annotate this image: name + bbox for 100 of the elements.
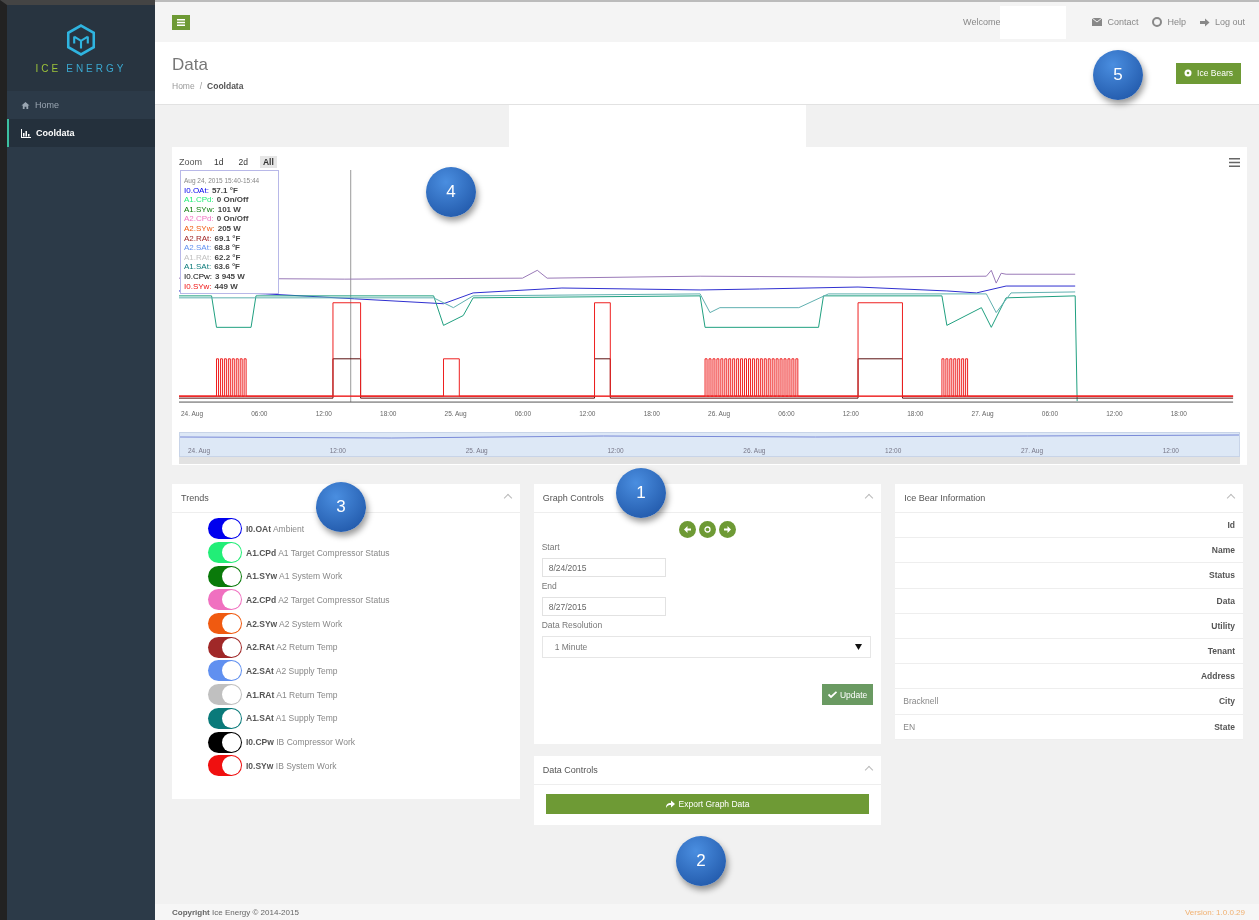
resolution-dropdown[interactable]: 1 Minute <box>541 636 872 658</box>
info-value: Bracknell <box>903 696 939 707</box>
toggle-switch[interactable] <box>208 518 242 540</box>
field-label: Data Resolution <box>541 620 604 630</box>
toggle-switch[interactable] <box>208 613 242 635</box>
next-button[interactable] <box>719 521 736 538</box>
zoom-button[interactable]: 2d <box>235 156 251 168</box>
export-button[interactable]: Export Graph Data <box>545 794 870 814</box>
zoom-button[interactable]: 1d <box>211 156 227 168</box>
trend-label: A1.CPd A1 Target Compressor Status <box>246 547 390 558</box>
info-label: State <box>1214 721 1235 732</box>
info-label: Utility <box>1211 620 1235 631</box>
trend-label: A2.CPd A2 Target Compressor Status <box>246 594 390 605</box>
toggle-switch[interactable] <box>208 755 242 777</box>
logo-text: ENERGY <box>66 62 127 74</box>
series-value: 101 W <box>217 204 241 215</box>
series-value: 0 On/Off <box>216 195 249 205</box>
envelope-icon <box>1092 18 1103 26</box>
update-button[interactable]: Update <box>821 684 874 705</box>
menu-button[interactable] <box>172 14 190 30</box>
dropdown-icon <box>855 644 863 650</box>
callout-badge: 2 <box>676 836 726 886</box>
series-name: A2.CPd: <box>184 214 214 224</box>
circle-icon <box>1184 69 1193 77</box>
trend-label: A1.SYw A1 System Work <box>246 571 343 582</box>
series-name: I0.CPw: <box>184 271 212 282</box>
series-name: A1.SAt: <box>184 262 212 272</box>
refresh-button[interactable] <box>699 521 716 538</box>
info-value: EN <box>903 721 916 732</box>
right-arrow-icon <box>724 526 731 533</box>
series-name: A1.SYw: <box>184 204 215 215</box>
home-icon <box>21 100 30 110</box>
top-link[interactable]: Help <box>1152 17 1186 27</box>
series-name: A1.CPd: <box>184 195 214 205</box>
sidebar-item[interactable]: Home <box>7 91 155 119</box>
previous-button[interactable] <box>679 521 696 538</box>
checkmark-icon <box>827 691 837 698</box>
panel-title: Trends <box>181 493 209 503</box>
toggle-switch[interactable] <box>208 684 242 706</box>
version-text: Version: 1.0.0.29 <box>1184 907 1245 917</box>
info-label: Data <box>1216 595 1235 606</box>
end-date-field[interactable]: 8/27/2015 <box>541 597 666 616</box>
series-name: A2.SYw: <box>184 223 215 234</box>
toggle-switch[interactable] <box>208 589 242 611</box>
trend-label: I0.SYw IB System Work <box>246 760 337 771</box>
info-label: Id <box>1227 520 1235 531</box>
series-value: 68.8 °F <box>214 243 240 253</box>
trend-label: A1.RAt A1 Return Temp <box>246 689 338 700</box>
page-title: Data <box>172 55 209 75</box>
series-value: 62.2 °F <box>214 252 241 263</box>
bar-chart-icon <box>21 128 31 138</box>
info-label: Address <box>1200 671 1235 682</box>
toggle-switch[interactable] <box>208 636 242 658</box>
series-value: 205 W <box>217 223 241 234</box>
info-label: City <box>1218 696 1235 707</box>
trend-label: I0.CPw IB Compressor Work <box>246 737 355 748</box>
series-name: A1.RAt: <box>184 252 212 263</box>
field-label: End <box>541 581 558 591</box>
logo-text: ICE <box>35 62 62 74</box>
field-label: Start <box>541 542 561 552</box>
series-value: 69.1 °F <box>214 233 241 244</box>
info-label: Tenant <box>1207 646 1235 657</box>
sidebar-item[interactable]: Cooldata <box>7 119 155 147</box>
breadcrumb-current: Cooldata <box>207 81 244 91</box>
panel-title: Ice Bear Information <box>904 493 986 503</box>
breadcrumb-link[interactable]: Home <box>172 81 195 91</box>
toggle-switch[interactable] <box>208 565 242 587</box>
copyright-text: Copyright Ice Energy © 2014-2015 <box>172 907 299 917</box>
zoom-button[interactable]: All <box>259 156 277 168</box>
toggle-switch[interactable] <box>208 660 242 682</box>
breadcrumb-separator: / <box>199 81 203 91</box>
top-link[interactable]: Log out <box>1199 17 1245 27</box>
panel-title: Graph Controls <box>542 493 604 503</box>
scrollbar[interactable] <box>179 457 1240 464</box>
series-name: A2.RAt: <box>184 233 212 244</box>
top-link[interactable]: Contact <box>1092 17 1139 27</box>
toggle-switch[interactable] <box>208 707 242 729</box>
series-value: 449 W <box>214 281 238 292</box>
panel-title: Data Controls <box>542 765 598 775</box>
cube-logo-icon <box>64 22 98 57</box>
start-date-field[interactable]: 8/24/2015 <box>541 558 666 577</box>
trend-label: I0.OAt Ambient <box>246 523 305 534</box>
trend-label: A2.SYw A2 System Work <box>246 618 343 629</box>
welcome-text: Welcome <box>963 17 1001 27</box>
menu-icon[interactable] <box>1229 157 1240 167</box>
trend-label: A2.SAt A2 Supply Temp <box>246 665 338 676</box>
trend-label: A2.RAt A2 Return Temp <box>246 642 338 653</box>
left-arrow-icon <box>684 526 691 533</box>
series-name: I0.OAt: <box>184 185 209 196</box>
series-value: 57.1 °F <box>211 185 238 196</box>
menu-icon <box>177 18 185 26</box>
toggle-switch[interactable] <box>208 542 242 564</box>
trend-label: A1.SAt A1 Supply Temp <box>246 713 338 724</box>
toggle-switch[interactable] <box>208 731 242 753</box>
zoom-label: Zoom <box>179 157 202 167</box>
callout-badge: 1 <box>616 468 666 518</box>
series-name: I0.SYw: <box>184 281 212 292</box>
info-label: Name <box>1211 545 1235 556</box>
share-arrow-icon <box>665 800 675 808</box>
ice-bears-button[interactable]: Ice Bears <box>1176 62 1241 84</box>
